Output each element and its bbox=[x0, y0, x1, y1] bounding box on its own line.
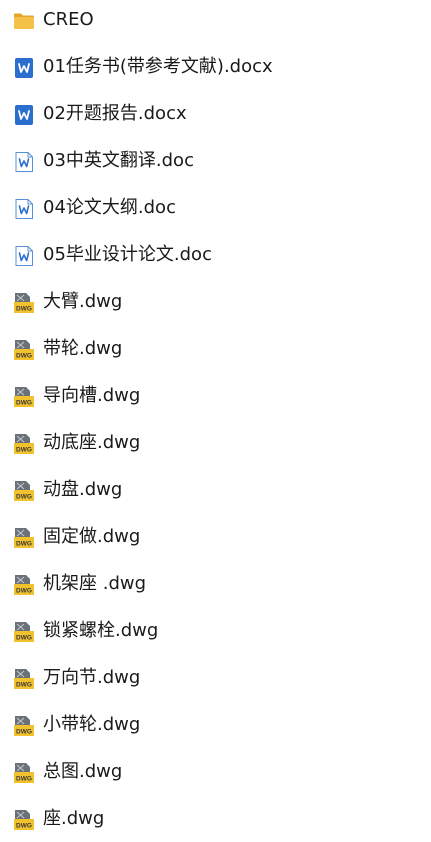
dwg-badge-text: DWG bbox=[16, 588, 32, 595]
file-item-dwg[interactable]: DWG 锁紧螺栓.dwg bbox=[0, 613, 431, 649]
file-name: 大臂.dwg bbox=[43, 291, 123, 312]
file-name: 机架座 .dwg bbox=[43, 573, 147, 594]
file-name: 02开题报告.docx bbox=[43, 103, 187, 124]
file-name: 04论文大纲.doc bbox=[43, 197, 176, 218]
folder-icon bbox=[13, 10, 35, 32]
file-item-folder[interactable]: CREO bbox=[0, 2, 431, 38]
file-name: 01任务书(带参考文献).docx bbox=[43, 56, 273, 77]
file-name: 小带轮.dwg bbox=[43, 714, 141, 735]
file-item-doc[interactable]: 03中英文翻译.doc bbox=[0, 143, 431, 179]
word-doc-icon bbox=[13, 57, 35, 79]
file-item-dwg[interactable]: DWG 万向节.dwg bbox=[0, 660, 431, 696]
file-name: 动底座.dwg bbox=[43, 432, 141, 453]
file-name: 导向槽.dwg bbox=[43, 385, 141, 406]
file-item-dwg[interactable]: DWG 导向槽.dwg bbox=[0, 378, 431, 414]
dwg-file-icon: DWG bbox=[13, 762, 35, 784]
file-name: 固定做.dwg bbox=[43, 526, 141, 547]
dwg-file-icon: DWG bbox=[13, 386, 35, 408]
dwg-file-icon: DWG bbox=[13, 527, 35, 549]
dwg-file-icon: DWG bbox=[13, 668, 35, 690]
word-doc-legacy-icon bbox=[13, 245, 35, 267]
dwg-badge-text: DWG bbox=[16, 776, 32, 783]
file-list: CREO 01任务书(带参考文献).docx 02开题报告.docx 03中英文… bbox=[0, 0, 431, 842]
file-name: 座.dwg bbox=[43, 808, 105, 829]
dwg-file-icon: DWG bbox=[13, 715, 35, 737]
dwg-badge-text: DWG bbox=[16, 682, 32, 689]
dwg-file-icon: DWG bbox=[13, 292, 35, 314]
dwg-badge-text: DWG bbox=[16, 823, 32, 830]
dwg-badge-text: DWG bbox=[16, 400, 32, 407]
dwg-file-icon: DWG bbox=[13, 433, 35, 455]
dwg-badge-text: DWG bbox=[16, 306, 32, 313]
dwg-badge-text: DWG bbox=[16, 447, 32, 454]
file-item-dwg[interactable]: DWG 总图.dwg bbox=[0, 754, 431, 790]
file-item-dwg[interactable]: DWG 带轮.dwg bbox=[0, 331, 431, 367]
file-item-dwg[interactable]: DWG 机架座 .dwg bbox=[0, 566, 431, 602]
file-name: 03中英文翻译.doc bbox=[43, 150, 194, 171]
file-name: CREO bbox=[43, 9, 94, 30]
file-name: 万向节.dwg bbox=[43, 667, 141, 688]
file-item-docx[interactable]: 01任务书(带参考文献).docx bbox=[0, 49, 431, 85]
dwg-badge-text: DWG bbox=[16, 729, 32, 736]
dwg-file-icon: DWG bbox=[13, 574, 35, 596]
word-doc-legacy-icon bbox=[13, 198, 35, 220]
dwg-file-icon: DWG bbox=[13, 339, 35, 361]
dwg-file-icon: DWG bbox=[13, 621, 35, 643]
file-item-dwg[interactable]: DWG 动盘.dwg bbox=[0, 472, 431, 508]
file-item-dwg[interactable]: DWG 固定做.dwg bbox=[0, 519, 431, 555]
file-item-dwg[interactable]: DWG 动底座.dwg bbox=[0, 425, 431, 461]
dwg-badge-text: DWG bbox=[16, 541, 32, 548]
file-name: 动盘.dwg bbox=[43, 479, 123, 500]
file-item-dwg[interactable]: DWG 大臂.dwg bbox=[0, 284, 431, 320]
word-doc-icon bbox=[13, 104, 35, 126]
file-name: 总图.dwg bbox=[43, 761, 123, 782]
word-doc-legacy-icon bbox=[13, 151, 35, 173]
dwg-badge-text: DWG bbox=[16, 635, 32, 642]
file-item-docx[interactable]: 02开题报告.docx bbox=[0, 96, 431, 132]
dwg-file-icon: DWG bbox=[13, 480, 35, 502]
dwg-badge-text: DWG bbox=[16, 353, 32, 360]
file-item-dwg[interactable]: DWG 座.dwg bbox=[0, 801, 431, 837]
file-item-doc[interactable]: 05毕业设计论文.doc bbox=[0, 237, 431, 273]
dwg-file-icon: DWG bbox=[13, 809, 35, 831]
file-item-doc[interactable]: 04论文大纲.doc bbox=[0, 190, 431, 226]
dwg-badge-text: DWG bbox=[16, 494, 32, 501]
file-item-dwg[interactable]: DWG 小带轮.dwg bbox=[0, 707, 431, 743]
file-name: 锁紧螺栓.dwg bbox=[43, 620, 159, 641]
file-name: 带轮.dwg bbox=[43, 338, 123, 359]
file-name: 05毕业设计论文.doc bbox=[43, 244, 212, 265]
